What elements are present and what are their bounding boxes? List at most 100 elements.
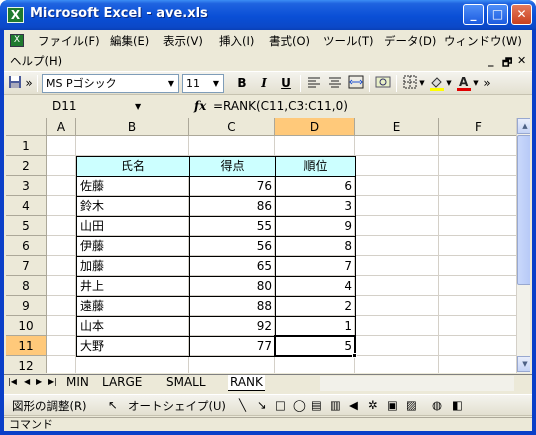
- name-cell[interactable]: 佐藤: [76, 176, 190, 197]
- insert-image-icon[interactable]: ▨: [406, 398, 417, 412]
- select-all-corner[interactable]: [6, 118, 47, 136]
- sheet-tab-large[interactable]: LARGE: [100, 375, 144, 391]
- chevron-down-icon[interactable]: ▼: [165, 76, 177, 91]
- rank-cell[interactable]: 6: [275, 176, 356, 197]
- cell-a2[interactable]: [47, 156, 76, 176]
- cell-e9[interactable]: [355, 296, 439, 316]
- row-header-9[interactable]: 9: [6, 296, 47, 316]
- row-header-10[interactable]: 10: [6, 316, 47, 336]
- cell-e7[interactable]: [355, 256, 439, 276]
- prev-sheet-icon[interactable]: ◀: [24, 377, 30, 386]
- excel-icon[interactable]: X: [7, 7, 24, 23]
- scroll-up-icon[interactable]: ▲: [517, 118, 530, 134]
- menu-view[interactable]: 表示(V): [163, 33, 203, 49]
- rank-cell[interactable]: 1: [275, 316, 356, 337]
- cell-f2[interactable]: [439, 156, 519, 176]
- cell-a8[interactable]: [47, 276, 76, 296]
- cell-f8[interactable]: [439, 276, 519, 296]
- cell-e8[interactable]: [355, 276, 439, 296]
- score-cell[interactable]: 77: [189, 336, 276, 357]
- cell-f10[interactable]: [439, 316, 519, 336]
- font-size-combo[interactable]: 11 ▼: [182, 74, 224, 93]
- sheet-tab-small[interactable]: SMALL: [164, 375, 208, 391]
- row-header-5[interactable]: 5: [6, 216, 47, 236]
- fill-handle[interactable]: [352, 353, 357, 358]
- row-header-4[interactable]: 4: [6, 196, 47, 216]
- menu-help[interactable]: ヘルプ(H): [10, 53, 62, 69]
- row-header-2[interactable]: 2: [6, 156, 47, 176]
- cell-a10[interactable]: [47, 316, 76, 336]
- insert-function-icon[interactable]: fx: [194, 98, 206, 115]
- header-cell-rank[interactable]: 順位: [275, 156, 356, 177]
- name-cell[interactable]: 井上: [76, 276, 190, 297]
- chevron-down-icon[interactable]: ▼: [210, 76, 222, 91]
- menu-tools[interactable]: ツール(T): [323, 33, 374, 49]
- oval-tool-icon[interactable]: ◯: [293, 398, 306, 412]
- row-header-12[interactable]: 12: [6, 356, 47, 373]
- cell-a9[interactable]: [47, 296, 76, 316]
- cell-f3[interactable]: [439, 176, 519, 196]
- menu-data[interactable]: データ(D): [384, 33, 436, 49]
- toolbar-overflow-icon[interactable]: »: [24, 75, 34, 91]
- chevron-down-icon[interactable]: ▼: [472, 75, 480, 91]
- score-cell[interactable]: 86: [189, 196, 276, 217]
- cell-f12[interactable]: [439, 356, 519, 373]
- toolbar-overflow-icon[interactable]: »: [482, 75, 492, 91]
- cell-a11[interactable]: [47, 336, 76, 356]
- score-cell[interactable]: 55: [189, 216, 276, 237]
- line-tool-icon[interactable]: ╲: [239, 398, 246, 412]
- cell-a5[interactable]: [47, 216, 76, 236]
- picture-icon[interactable]: ▣: [387, 398, 398, 412]
- cell-e1[interactable]: [355, 136, 439, 156]
- score-cell[interactable]: 56: [189, 236, 276, 257]
- name-cell[interactable]: 伊藤: [76, 236, 190, 257]
- italic-button[interactable]: I: [255, 75, 273, 92]
- rank-cell[interactable]: 8: [275, 236, 356, 257]
- save-icon[interactable]: [7, 75, 23, 91]
- cell-a3[interactable]: [47, 176, 76, 196]
- title-bar[interactable]: X Microsoft Excel - ave.xls _ □ ✕: [0, 0, 536, 30]
- column-header-f[interactable]: F: [439, 118, 519, 136]
- cell-e3[interactable]: [355, 176, 439, 196]
- chevron-down-icon[interactable]: ▼: [418, 75, 426, 91]
- name-cell[interactable]: 加藤: [76, 256, 190, 277]
- menu-edit[interactable]: 編集(E): [110, 33, 149, 49]
- cell-e5[interactable]: [355, 216, 439, 236]
- worksheet-grid[interactable]: ABCDEF12345678910111213氏名得点順位佐藤766鈴木863山…: [6, 118, 530, 373]
- row-header-11[interactable]: 11: [6, 336, 47, 356]
- currency-style-icon[interactable]: [375, 75, 391, 91]
- minimize-button[interactable]: _: [463, 4, 484, 25]
- cell-f7[interactable]: [439, 256, 519, 276]
- cell-a12[interactable]: [47, 356, 76, 373]
- cell-f1[interactable]: [439, 136, 519, 156]
- score-cell[interactable]: 92: [189, 316, 276, 337]
- horizontal-scrollbar[interactable]: [320, 376, 514, 391]
- column-header-c[interactable]: C: [189, 118, 275, 136]
- chevron-down-icon[interactable]: ▼: [135, 98, 141, 115]
- font-name-combo[interactable]: MS Pゴシック ▼: [42, 74, 179, 93]
- cell-f11[interactable]: [439, 336, 519, 356]
- cell-e11[interactable]: [355, 336, 439, 356]
- cell-f5[interactable]: [439, 216, 519, 236]
- name-cell[interactable]: 山田: [76, 216, 190, 237]
- cell-b12[interactable]: [76, 356, 189, 373]
- cell-d1[interactable]: [275, 136, 355, 156]
- bold-button[interactable]: B: [233, 75, 251, 92]
- rank-cell[interactable]: 3: [275, 196, 356, 217]
- next-sheet-icon[interactable]: ▶: [36, 377, 42, 386]
- 3d-style-icon[interactable]: ◧: [452, 398, 463, 412]
- name-box[interactable]: D11: [6, 98, 156, 115]
- textbox-tool-icon[interactable]: ▤: [311, 398, 322, 412]
- menu-insert[interactable]: 挿入(I): [219, 33, 254, 49]
- cell-e4[interactable]: [355, 196, 439, 216]
- close-button[interactable]: ✕: [511, 4, 532, 25]
- name-cell[interactable]: 大野: [76, 336, 190, 357]
- sheet-tab-rank[interactable]: RANK: [228, 375, 265, 391]
- cell-b1[interactable]: [76, 136, 189, 156]
- fill-color-icon[interactable]: [429, 75, 445, 91]
- cell-a6[interactable]: [47, 236, 76, 256]
- merge-center-icon[interactable]: [348, 75, 364, 91]
- cell-c1[interactable]: [189, 136, 275, 156]
- cell-e12[interactable]: [355, 356, 439, 373]
- first-sheet-icon[interactable]: |◀: [8, 377, 17, 386]
